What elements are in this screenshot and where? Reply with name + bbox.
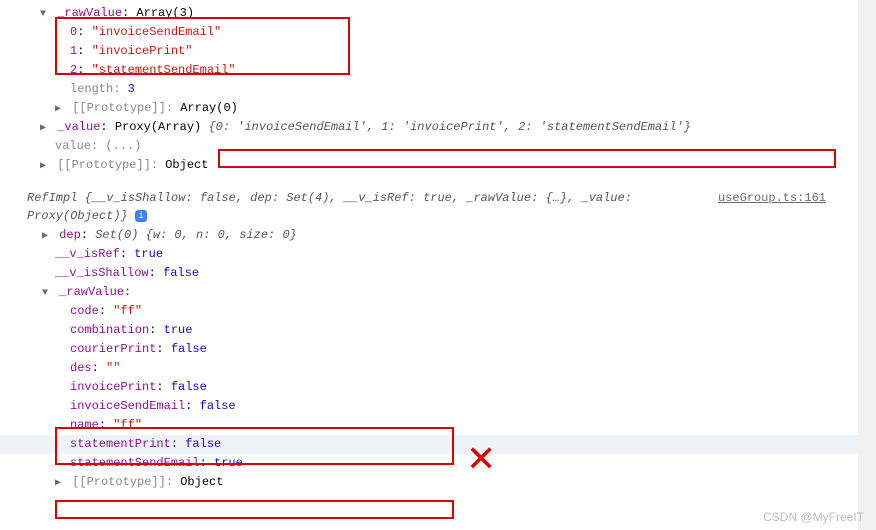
prop-key: courierPrint	[70, 342, 156, 356]
prop-key: [[Prototype]]	[72, 101, 166, 115]
tree-row-prop[interactable]: combination: true	[0, 321, 876, 340]
prop-val: "ff"	[113, 418, 142, 432]
proxy-label: Proxy(Array)	[115, 120, 209, 134]
tree-row-isref[interactable]: __v_isRef: true	[0, 245, 876, 264]
prop-key: length	[70, 82, 113, 96]
prop-val: Array(0)	[180, 101, 238, 115]
prop-val: false	[163, 266, 199, 280]
prop-key: code	[70, 304, 99, 318]
prop-key: des	[70, 361, 92, 375]
prop-val: "invoicePrint"	[92, 44, 193, 58]
tree-row-length[interactable]: length: 3	[0, 80, 876, 99]
tree-row-value-getter[interactable]: value: (...)	[0, 137, 876, 156]
prop-val: "ff"	[113, 304, 142, 318]
prop-key: _rawValue	[57, 6, 122, 20]
prop-val: true	[134, 247, 163, 261]
prop-val: "invoiceSendEmail"	[92, 25, 222, 39]
tree-row-array-item[interactable]: 1: "invoicePrint"	[0, 42, 876, 61]
prop-val: false	[200, 399, 236, 413]
prop-key: name	[70, 418, 99, 432]
proxy-preview: {0: 'invoiceSendEmail', 1: 'invoicePrint…	[208, 120, 690, 134]
prop-key: __v_isShallow	[55, 266, 149, 280]
chevron-down-icon: ▼	[42, 286, 52, 301]
prop-key: combination	[70, 323, 149, 337]
annotation-box	[55, 500, 454, 519]
log-summary-row[interactable]: useGroup.ts:161 RefImpl {__v_isShallow: …	[0, 189, 876, 226]
tree-row-prototype[interactable]: ▶ [[Prototype]]: Object	[0, 156, 876, 175]
tree-row-rawvalue-header[interactable]: ▼ _rawValue: Array(3)	[0, 4, 876, 23]
prop-val: (...)	[105, 139, 141, 153]
tree-row-dep[interactable]: ▶ dep: Set(0) {w: 0, n: 0, size: 0}	[0, 226, 876, 245]
prop-key: invoicePrint	[70, 380, 156, 394]
tree-row-value-proxy[interactable]: ▶ _value: Proxy(Array) {0: 'invoiceSendE…	[0, 118, 876, 137]
chevron-right-icon: ▶	[55, 476, 65, 491]
prop-val: false	[185, 437, 221, 451]
tree-row-prop[interactable]: statementPrint: false	[0, 435, 876, 454]
prop-val: false	[171, 380, 207, 394]
tree-row-prop[interactable]: name: "ff"	[0, 416, 876, 435]
tree-row-isshallow[interactable]: __v_isShallow: false	[0, 264, 876, 283]
tree-row-prop[interactable]: courierPrint: false	[0, 340, 876, 359]
prop-val: Object	[165, 158, 208, 172]
tree-row-prop[interactable]: invoicePrint: false	[0, 378, 876, 397]
prop-val: "statementSendEmail"	[92, 63, 236, 77]
tree-row-array-item[interactable]: 2: "statementSendEmail"	[0, 61, 876, 80]
chevron-right-icon: ▶	[40, 159, 50, 174]
tree-row-prop[interactable]: code: "ff"	[0, 302, 876, 321]
prop-val: ""	[106, 361, 120, 375]
prop-key: _value	[57, 120, 100, 134]
prop-val: true	[164, 323, 193, 337]
colon: :	[122, 6, 136, 20]
prop-key: [[Prototype]]	[57, 158, 151, 172]
prop-val: Object	[180, 475, 223, 489]
tree-row-prototype[interactable]: ▶ [[Prototype]]: Object	[0, 473, 876, 492]
tree-row-prototype[interactable]: ▶ [[Prototype]]: Array(0)	[0, 99, 876, 118]
prop-val: false	[171, 342, 207, 356]
watermark: CSDN @MyFreeIT	[763, 508, 864, 526]
prop-key: statementPrint	[70, 437, 171, 451]
scrollbar-track[interactable]	[858, 0, 876, 530]
prop-key: [[Prototype]]	[72, 475, 166, 489]
prop-key: statementSendEmail	[70, 456, 200, 470]
prop-val: 3	[128, 82, 135, 96]
object-summary: RefImpl {__v_isShallow: false, dep: Set(…	[27, 191, 632, 223]
prop-key: invoiceSendEmail	[70, 399, 185, 413]
info-icon[interactable]: i	[135, 210, 147, 222]
tree-row-prop[interactable]: des: ""	[0, 359, 876, 378]
chevron-down-icon: ▼	[40, 7, 50, 22]
chevron-right-icon: ▶	[55, 102, 65, 117]
source-link[interactable]: useGroup.ts:161	[718, 189, 826, 207]
tree-row-prop[interactable]: statementSendEmail: true	[0, 454, 876, 473]
prop-key: __v_isRef	[55, 247, 120, 261]
prop-key: value	[55, 139, 91, 153]
prop-key: _rawValue:	[59, 285, 131, 299]
prop-val: true	[214, 456, 243, 470]
chevron-right-icon: ▶	[40, 121, 50, 136]
chevron-right-icon: ▶	[42, 229, 52, 244]
tree-row-prop[interactable]: invoiceSendEmail: false	[0, 397, 876, 416]
prop-val: Set(0) {w: 0, n: 0, size: 0}	[95, 228, 297, 242]
tree-row-array-item[interactable]: 0: "invoiceSendEmail"	[0, 23, 876, 42]
prop-val: Array(3)	[136, 6, 194, 20]
tree-row-rawvalue-header2[interactable]: ▼ _rawValue:	[0, 283, 876, 302]
prop-key: dep	[59, 228, 81, 242]
